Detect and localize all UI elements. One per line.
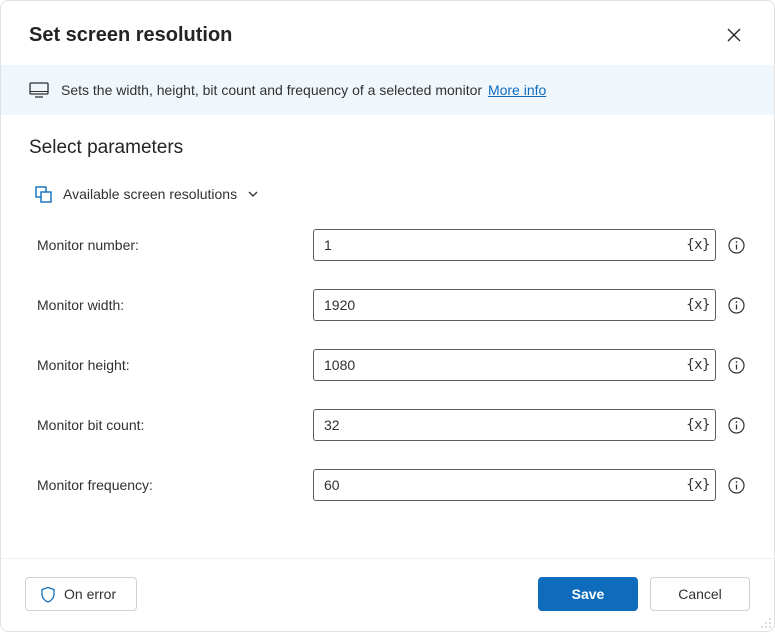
fx-button[interactable]: {x} — [686, 417, 710, 433]
monitor-bit-count-input[interactable] — [313, 409, 716, 441]
dialog-content: Select parameters Available screen resol… — [1, 115, 774, 558]
cancel-button[interactable]: Cancel — [650, 577, 750, 611]
chevron-down-icon — [247, 188, 259, 200]
dialog-title: Set screen resolution — [29, 24, 232, 47]
input-wrap: {x} — [313, 349, 716, 381]
info-icon[interactable] — [726, 475, 746, 495]
param-label: Monitor number: — [37, 237, 303, 253]
monitor-number-input[interactable] — [313, 229, 716, 261]
param-label: Monitor width: — [37, 297, 303, 313]
section-title: Select parameters — [29, 137, 746, 159]
input-wrap: {x} — [313, 409, 716, 441]
info-banner-text: Sets the width, height, bit count and fr… — [61, 82, 546, 98]
info-banner: Sets the width, height, bit count and fr… — [1, 65, 774, 115]
shield-icon — [40, 586, 56, 603]
dialog-footer: On error Save Cancel — [1, 558, 774, 631]
param-row-monitor-height: Monitor height: {x} — [29, 335, 746, 395]
param-label: Monitor frequency: — [37, 477, 303, 493]
info-icon[interactable] — [726, 415, 746, 435]
input-wrap: {x} — [313, 469, 716, 501]
param-label: Monitor bit count: — [37, 417, 303, 433]
fx-button[interactable]: {x} — [686, 477, 710, 493]
monitor-width-input[interactable] — [313, 289, 716, 321]
param-row-monitor-bit-count: Monitor bit count: {x} — [29, 395, 746, 455]
param-row-monitor-frequency: Monitor frequency: {x} — [29, 455, 746, 515]
resize-grip-icon[interactable] — [758, 615, 772, 629]
save-button[interactable]: Save — [538, 577, 638, 611]
fx-button[interactable]: {x} — [686, 237, 710, 253]
footer-actions: Save Cancel — [538, 577, 750, 611]
more-info-link[interactable]: More info — [488, 82, 546, 98]
dialog-header: Set screen resolution — [1, 1, 774, 65]
fx-button[interactable]: {x} — [686, 297, 710, 313]
info-icon[interactable] — [726, 295, 746, 315]
param-row-monitor-width: Monitor width: {x} — [29, 275, 746, 335]
monitor-height-input[interactable] — [313, 349, 716, 381]
monitor-settings-icon — [29, 81, 49, 99]
monitor-frequency-input[interactable] — [313, 469, 716, 501]
dropdown-label: Available screen resolutions — [63, 186, 237, 202]
available-resolutions-dropdown[interactable]: Available screen resolutions — [29, 181, 263, 215]
info-icon[interactable] — [726, 355, 746, 375]
close-button[interactable] — [718, 19, 750, 51]
input-wrap: {x} — [313, 229, 716, 261]
variable-group-icon — [35, 185, 53, 203]
dialog: Set screen resolution Sets the width, he… — [0, 0, 775, 632]
input-wrap: {x} — [313, 289, 716, 321]
info-icon[interactable] — [726, 235, 746, 255]
on-error-button[interactable]: On error — [25, 577, 137, 611]
param-label: Monitor height: — [37, 357, 303, 373]
close-icon — [727, 28, 741, 42]
fx-button[interactable]: {x} — [686, 357, 710, 373]
param-row-monitor-number: Monitor number: {x} — [29, 215, 746, 275]
